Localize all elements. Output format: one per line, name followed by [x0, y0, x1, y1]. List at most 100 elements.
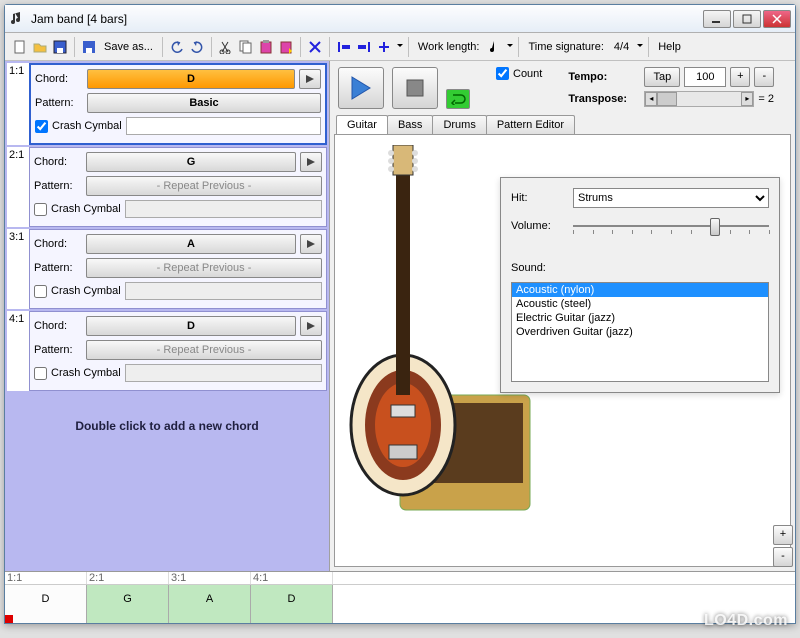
add-icon[interactable]: [375, 38, 393, 56]
save-icon[interactable]: [51, 38, 69, 56]
bar-card[interactable]: Chord: G Pattern: - Repeat Previous - Cr…: [29, 147, 327, 227]
volume-slider[interactable]: [573, 216, 769, 236]
time-sig-value[interactable]: 4/4: [610, 41, 633, 53]
watermark: LO4D.com: [704, 612, 788, 630]
bar-card[interactable]: Chord: D Pattern: - Repeat Previous - Cr…: [29, 311, 327, 391]
insert-right-icon[interactable]: [355, 38, 373, 56]
tempo-label: Tempo:: [568, 71, 640, 83]
playhead-marker[interactable]: [5, 615, 13, 623]
bar-number: 1:1: [7, 63, 29, 145]
crash-input: [125, 364, 322, 382]
time-sig-dropdown[interactable]: [635, 41, 643, 53]
count-label: Count: [513, 68, 542, 80]
timeline-bar[interactable]: D: [5, 585, 87, 623]
timeline-bar[interactable]: G: [87, 585, 169, 623]
app-window: Jam band [4 bars] Save as... Work length…: [4, 4, 796, 624]
open-icon[interactable]: [31, 38, 49, 56]
add-chord-hint[interactable]: Double click to add a new chord: [7, 393, 327, 459]
tab-bass[interactable]: Bass: [387, 115, 433, 134]
delete-icon[interactable]: [306, 38, 324, 56]
work-length-dropdown[interactable]: [505, 41, 513, 53]
paste-special-icon[interactable]: [277, 38, 295, 56]
close-button[interactable]: [763, 10, 791, 28]
pattern-button[interactable]: Basic: [87, 93, 321, 113]
crash-checkbox[interactable]: [34, 285, 47, 298]
timeline: 1:12:13:14:1 DGAD: [5, 571, 795, 623]
pattern-label: Pattern:: [34, 262, 82, 274]
tempo-input[interactable]: [684, 67, 726, 87]
play-chord-icon[interactable]: [300, 316, 322, 336]
tempo-minus-button[interactable]: -: [754, 67, 774, 87]
sound-option[interactable]: Electric Guitar (jazz): [512, 311, 768, 325]
tabstrip: GuitarBassDrumsPattern Editor: [336, 115, 791, 134]
play-chord-icon[interactable]: [300, 234, 322, 254]
crash-checkbox[interactable]: [35, 120, 48, 133]
timeline-tick: 3:1: [169, 572, 251, 584]
save-as-button[interactable]: Save as...: [100, 41, 157, 53]
bar-number: 3:1: [7, 229, 29, 309]
zoom-in-button[interactable]: +: [773, 525, 793, 545]
crash-input[interactable]: [126, 117, 321, 135]
tab-guitar[interactable]: Guitar: [336, 115, 388, 134]
tab-pattern-editor[interactable]: Pattern Editor: [486, 115, 575, 134]
bar-row: 4:1 Chord: D Pattern: - Repeat Previous …: [7, 311, 327, 391]
sound-option[interactable]: Acoustic (nylon): [512, 283, 768, 297]
paste-icon[interactable]: [257, 38, 275, 56]
save-as-icon[interactable]: [80, 38, 98, 56]
undo-icon[interactable]: [168, 38, 186, 56]
sound-list[interactable]: Acoustic (nylon)Acoustic (steel)Electric…: [511, 282, 769, 382]
pattern-button[interactable]: - Repeat Previous -: [86, 176, 322, 196]
crash-checkbox[interactable]: [34, 203, 47, 216]
sound-option[interactable]: Overdriven Guitar (jazz): [512, 325, 768, 339]
play-button[interactable]: [338, 67, 384, 109]
count-checkbox[interactable]: [496, 67, 509, 80]
bar-row: 2:1 Chord: G Pattern: - Repeat Previous …: [7, 147, 327, 227]
bar-row: 1:1 Chord: D Pattern: Basic Crash Cymbal: [7, 63, 327, 145]
transpose-scrollbar[interactable]: ◂ ▸: [644, 91, 754, 107]
loop-button[interactable]: [446, 89, 470, 109]
note-icon[interactable]: [485, 38, 503, 56]
crash-checkbox[interactable]: [34, 367, 47, 380]
chord-button[interactable]: A: [86, 234, 296, 254]
tempo-plus-button[interactable]: +: [730, 67, 750, 87]
timeline-bar[interactable]: A: [169, 585, 251, 623]
add-dropdown[interactable]: [395, 41, 403, 53]
pattern-label: Pattern:: [34, 180, 82, 192]
tap-button[interactable]: Tap: [644, 67, 680, 87]
cut-icon[interactable]: [217, 38, 235, 56]
app-icon: [9, 11, 25, 27]
chord-sidebar: 1:1 Chord: D Pattern: Basic Crash Cymbal…: [5, 61, 330, 571]
pattern-button[interactable]: - Repeat Previous -: [86, 340, 322, 360]
crash-input: [125, 282, 322, 300]
sound-option[interactable]: Acoustic (steel): [512, 297, 768, 311]
copy-icon[interactable]: [237, 38, 255, 56]
pattern-button[interactable]: - Repeat Previous -: [86, 258, 322, 278]
tab-drums[interactable]: Drums: [432, 115, 486, 134]
stop-button[interactable]: [392, 67, 438, 109]
sound-label: Sound:: [511, 262, 565, 274]
maximize-button[interactable]: [733, 10, 761, 28]
chord-button[interactable]: G: [86, 152, 296, 172]
play-chord-icon[interactable]: [300, 152, 322, 172]
chord-button[interactable]: D: [87, 69, 295, 89]
bar-card[interactable]: Chord: D Pattern: Basic Crash Cymbal: [29, 63, 327, 145]
redo-icon[interactable]: [188, 38, 206, 56]
time-sig-label: Time signature:: [524, 41, 607, 53]
timeline-tick: 1:1: [5, 572, 87, 584]
chord-button[interactable]: D: [86, 316, 296, 336]
transpose-label: Transpose:: [568, 93, 640, 105]
bar-number: 2:1: [7, 147, 29, 227]
timeline-bar[interactable]: D: [251, 585, 333, 623]
crash-input: [125, 200, 322, 218]
minimize-button[interactable]: [703, 10, 731, 28]
hit-select[interactable]: Strums: [573, 188, 769, 208]
insert-left-icon[interactable]: [335, 38, 353, 56]
titlebar: Jam band [4 bars]: [5, 5, 795, 33]
zoom-out-button[interactable]: -: [773, 547, 793, 567]
bar-card[interactable]: Chord: A Pattern: - Repeat Previous - Cr…: [29, 229, 327, 309]
new-icon[interactable]: [11, 38, 29, 56]
volume-label: Volume:: [511, 220, 565, 232]
bar-row: 3:1 Chord: A Pattern: - Repeat Previous …: [7, 229, 327, 309]
help-button[interactable]: Help: [654, 41, 685, 53]
play-chord-icon[interactable]: [299, 69, 321, 89]
